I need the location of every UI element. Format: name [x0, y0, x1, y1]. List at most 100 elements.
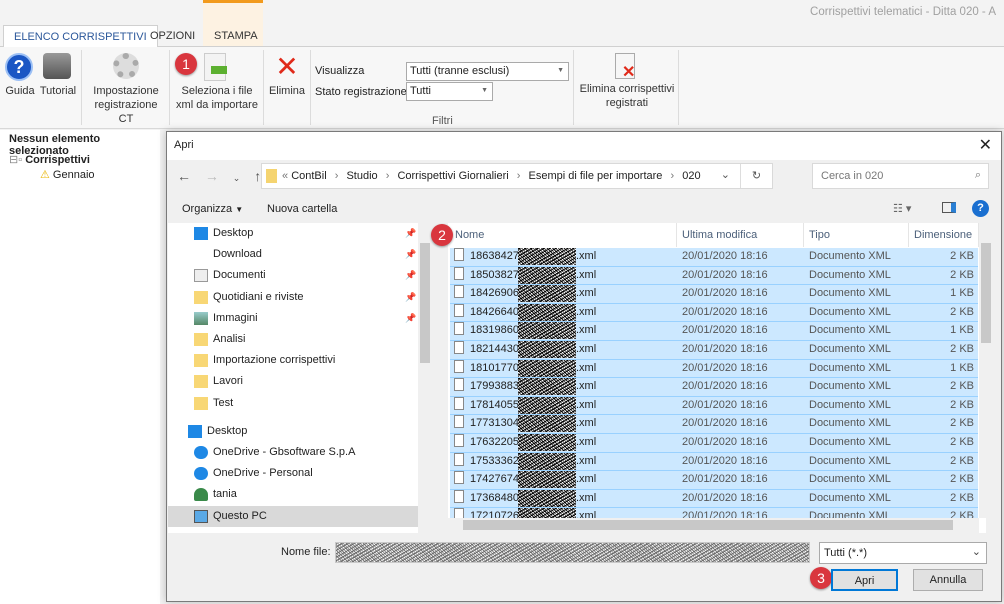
- nav-item[interactable]: Lavori: [168, 371, 418, 392]
- elimina-registrati-label-2: registrati: [605, 97, 649, 109]
- cancel-button[interactable]: Annulla: [913, 569, 983, 591]
- breadcrumb-item[interactable]: Studio: [346, 170, 377, 182]
- view-options-icon[interactable]: ☷ ▾: [893, 202, 911, 215]
- open-dialog: Apri ✕ ← → ⌄ ↑ « ContBil › Studio › Corr…: [166, 131, 1002, 602]
- breadcrumb-item[interactable]: ContBil: [291, 170, 326, 182]
- column-ultima-modifica[interactable]: Ultima modifica: [677, 223, 804, 247]
- elimina-registrati-button[interactable]: ✕ Elimina corrispettivi registrati: [578, 53, 676, 110]
- file-row[interactable]: 175333620_ .xml 20/01/2020 18:16 Documen…: [450, 452, 978, 472]
- guida-button[interactable]: ? Guida: [5, 53, 35, 103]
- file-ext: .xml: [576, 361, 597, 374]
- file-row[interactable]: 176322052_ .xml 20/01/2020 18:16 Documen…: [450, 434, 978, 453]
- nav-item[interactable]: Importazione corrispettivi: [168, 350, 418, 371]
- preview-pane-icon[interactable]: [942, 202, 956, 213]
- dialog-titlebar: Apri ✕: [167, 132, 1001, 160]
- nav-item-label: OneDrive - Gbsoftware S.p.A: [213, 446, 356, 458]
- nav-item[interactable]: OneDrive - Personal: [168, 463, 418, 484]
- nav-item-label: Desktop: [207, 424, 248, 437]
- file-vscrollbar[interactable]: [979, 223, 993, 518]
- file-row[interactable]: 182144302_ .xml 20/01/2020 18:16 Documen…: [450, 341, 978, 360]
- column-dimensione[interactable]: Dimensione: [909, 223, 979, 247]
- address-bar[interactable]: « ContBil › Studio › Corrispettivi Giorn…: [261, 163, 773, 189]
- nav-arrows: ← → ⌄ ↑: [177, 168, 261, 184]
- refresh-icon[interactable]: ↻: [740, 164, 772, 188]
- file-icon: [454, 266, 464, 280]
- breadcrumb-item[interactable]: 020: [682, 170, 700, 182]
- file-icon: [454, 396, 464, 410]
- file-icon: [454, 434, 464, 447]
- nav-item[interactable]: Test: [168, 393, 418, 414]
- column-nome[interactable]: Nome: [450, 223, 677, 247]
- seleziona-file-button[interactable]: Seleziona i file xml da importare: [172, 53, 262, 112]
- file-type: Documento XML: [809, 454, 891, 467]
- file-row[interactable]: 173684808_ .xml 20/01/2020 18:16 Documen…: [450, 489, 978, 509]
- redacted-name: [518, 471, 576, 489]
- file-icon: [454, 248, 464, 261]
- nav-item[interactable]: Download 📌: [168, 244, 418, 265]
- tree-root-label: Corrispettivi: [25, 154, 90, 166]
- redacted-name: [518, 452, 576, 470]
- nav-scrollbar[interactable]: [418, 223, 432, 533]
- pin-icon[interactable]: 📌: [405, 265, 416, 286]
- pin-icon[interactable]: 📌: [405, 287, 416, 308]
- pin-icon[interactable]: 📌: [405, 223, 416, 244]
- search-input[interactable]: Cerca in 020 ⌕: [812, 163, 989, 189]
- file-type: Documento XML: [809, 343, 891, 355]
- breadcrumb-item[interactable]: Corrispettivi Giornalieri: [397, 170, 508, 182]
- chevron-down-icon[interactable]: ⌄: [721, 168, 730, 181]
- file-row[interactable]: 183198609_ .xml 20/01/2020 18:16 Documen…: [450, 322, 978, 341]
- file-row[interactable]: 186384278_ .xml 20/01/2020 18:16 Documen…: [450, 248, 978, 267]
- forward-icon[interactable]: →: [205, 168, 219, 184]
- file-type-select[interactable]: Tutti (*.*) ⌄: [819, 542, 987, 564]
- file-row[interactable]: 178140557_ .xml 20/01/2020 18:16 Documen…: [450, 396, 978, 416]
- tutorial-button[interactable]: Tutorial: [38, 53, 78, 98]
- nav-item[interactable]: Analisi: [168, 329, 418, 350]
- nav-item[interactable]: Questo PC: [168, 505, 418, 527]
- nav-item[interactable]: Desktop: [168, 421, 418, 442]
- file-date: 20/01/2020 18:16: [682, 268, 768, 281]
- close-icon[interactable]: ✕: [979, 135, 992, 155]
- help-icon[interactable]: ?: [972, 200, 989, 217]
- file-type: Documento XML: [809, 398, 891, 411]
- overflow-chevron-icon[interactable]: «: [282, 170, 288, 182]
- recent-icon[interactable]: ⌄: [233, 173, 241, 183]
- file-row[interactable]: 184266401_ .xml 20/01/2020 18:16 Documen…: [450, 303, 978, 323]
- delete-file-icon: ✕: [615, 53, 635, 81]
- nuova-cartella-button[interactable]: Nuova cartella: [267, 203, 337, 215]
- open-button[interactable]: Apri: [831, 569, 898, 591]
- file-row[interactable]: 185038277_ .xml 20/01/2020 18:16 Documen…: [450, 266, 978, 286]
- file-type: Documento XML: [809, 305, 891, 318]
- tree-item-gennaio[interactable]: ⚠ Gennaio: [40, 168, 95, 181]
- filename-input[interactable]: [335, 542, 810, 563]
- nav-item[interactable]: Quotidiani e riviste 📌: [168, 287, 418, 308]
- file-row[interactable]: 174276741_ .xml 20/01/2020 18:16 Documen…: [450, 471, 978, 490]
- file-row[interactable]: 184269068_ .xml 20/01/2020 18:16 Documen…: [450, 285, 978, 304]
- nav-item[interactable]: OneDrive - Gbsoftware S.p.A: [168, 442, 418, 463]
- elimina-button[interactable]: ✕ Elimina: [267, 53, 307, 98]
- column-tipo[interactable]: Tipo: [804, 223, 909, 247]
- file-type: Documento XML: [809, 268, 891, 281]
- file-row[interactable]: 177313048_ .xml 20/01/2020 18:16 Documen…: [450, 415, 978, 434]
- nav-item[interactable]: Documenti 📌: [168, 265, 418, 286]
- file-row[interactable]: 181017708_ .xml 20/01/2020 18:16 Documen…: [450, 359, 978, 379]
- tab-stampa[interactable]: STAMPA: [204, 25, 268, 47]
- file-row[interactable]: 179938832_ .xml 20/01/2020 18:16 Documen…: [450, 378, 978, 397]
- redacted-name: [518, 322, 576, 340]
- pin-icon[interactable]: 📌: [405, 308, 416, 329]
- left-scroll-strip[interactable]: [433, 223, 448, 533]
- nav-item[interactable]: Desktop 📌: [168, 223, 418, 244]
- nav-item[interactable]: tania: [168, 484, 418, 505]
- tree-root[interactable]: ⊟▫ Corrispettivi: [9, 153, 90, 166]
- back-icon[interactable]: ←: [177, 168, 191, 184]
- visualizza-select[interactable]: Tutti (tranne esclusi) ▼: [406, 62, 569, 81]
- tab-elenco-corrispettivi[interactable]: ELENCO CORRISPETTIVI: [3, 25, 158, 47]
- breadcrumb-item[interactable]: Esempi di file per importare: [529, 170, 663, 182]
- impostazione-button[interactable]: Impostazione registrazione CT: [86, 53, 166, 126]
- organizza-button[interactable]: Organizza ▼: [182, 203, 243, 215]
- redacted-name: [518, 378, 576, 396]
- nav-item[interactable]: Immagini 📌: [168, 308, 418, 329]
- file-hscrollbar[interactable]: [448, 518, 979, 533]
- stato-select[interactable]: Tutti ▼: [406, 82, 493, 101]
- tab-opzioni[interactable]: OPZIONI: [140, 25, 205, 47]
- pin-icon[interactable]: 📌: [405, 244, 416, 265]
